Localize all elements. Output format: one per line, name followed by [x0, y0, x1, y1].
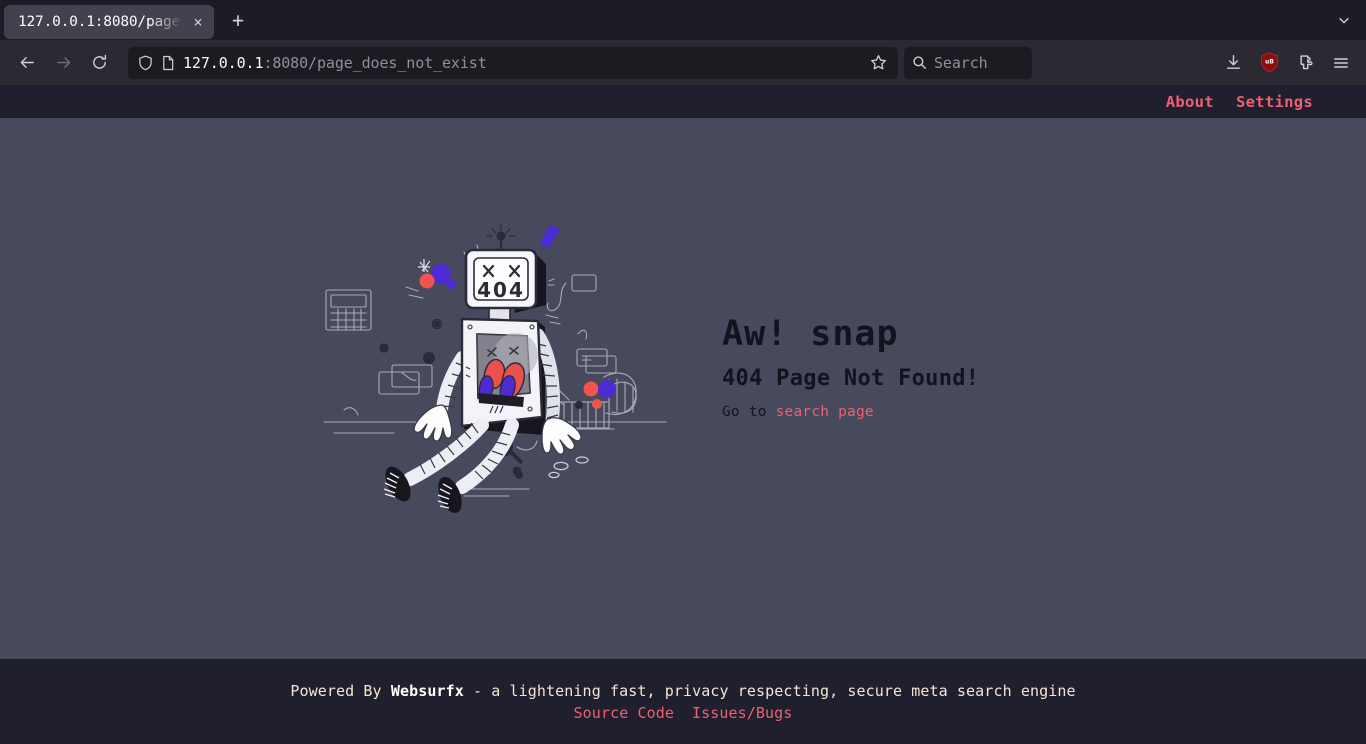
error-message-block: Aw! snap 404 Page Not Found! Go to searc… [722, 313, 1052, 421]
puzzle-piece-icon [1299, 55, 1313, 70]
tab-title: 127.0.0.1:8080/page_d [18, 13, 188, 30]
url-path: :8080/page_does_not_exist [263, 53, 487, 72]
forward-button[interactable] [46, 47, 80, 79]
reload-icon [92, 54, 106, 69]
nav-link-settings[interactable]: Settings [1236, 93, 1313, 111]
url-text: 127.0.0.1:8080/page_does_not_exist [183, 54, 856, 72]
error-subtitle: 404 Page Not Found! [722, 366, 980, 392]
svg-text:uB: uB [1265, 60, 1274, 66]
navigation-toolbar: 127.0.0.1:8080/page_does_not_exist Searc… [0, 40, 1366, 85]
arrow-right-icon [56, 57, 70, 68]
error-title: Aw! snap [722, 313, 899, 354]
download-icon [1226, 54, 1240, 69]
goto-search-line: Go to search page [722, 404, 1052, 420]
footer-suffix: - a lightening fast, privacy respecting,… [463, 681, 1076, 700]
footer-brand: Websurfx [390, 681, 464, 700]
address-bar[interactable]: 127.0.0.1:8080/page_does_not_exist [128, 46, 898, 79]
back-button[interactable] [10, 47, 44, 79]
footer-prefix: Powered By [290, 681, 391, 700]
reload-button[interactable] [82, 47, 116, 79]
footer-link-source-code[interactable]: Source Code [574, 704, 674, 722]
hamburger-menu-icon [1334, 57, 1348, 68]
list-all-tabs-button[interactable] [1330, 7, 1358, 33]
chevron-down-icon [1339, 17, 1349, 24]
toolbar-right-group: uB [1216, 47, 1358, 79]
bookmark-button[interactable] [864, 50, 892, 76]
close-icon[interactable]: × [188, 12, 208, 32]
shield-badge-icon: uB [1260, 52, 1278, 73]
search-bar[interactable]: Search [904, 46, 1032, 79]
footer-links: Source Code Issues/Bugs [574, 704, 793, 722]
broken-robot-illustration: 404 [314, 217, 674, 517]
footer-tagline: Powered By Websurfx - a lightening fast,… [290, 682, 1075, 700]
footer-link-issues-bugs[interactable]: Issues/Bugs [692, 704, 792, 722]
search-placeholder: Search [934, 53, 988, 72]
browser-chrome: 127.0.0.1:8080/page_d × + 127.0.0.1:8080… [0, 0, 1366, 85]
tab-strip: 127.0.0.1:8080/page_d × + [0, 0, 1366, 40]
browser-tab[interactable]: 127.0.0.1:8080/page_d × [4, 4, 214, 39]
arrow-left-icon [20, 57, 34, 68]
nav-link-about[interactable]: About [1166, 93, 1214, 111]
site-navbar: About Settings [0, 85, 1366, 118]
shield-icon [139, 55, 152, 70]
ublock-origin-button[interactable]: uB [1252, 47, 1286, 79]
new-tab-button[interactable]: + [222, 4, 254, 36]
search-page-link[interactable]: search page [776, 404, 874, 420]
goto-prefix-text: Go to [722, 404, 776, 421]
error-content: 404 Aw! snap 404 Page Not Found! Go to s… [0, 118, 1366, 659]
app-menu-button[interactable] [1324, 47, 1358, 79]
page-body: About Settings 404 Aw! snap 404 Page Not… [0, 85, 1366, 744]
downloads-button[interactable] [1216, 47, 1250, 79]
extensions-button[interactable] [1288, 47, 1322, 79]
url-host: 127.0.0.1 [183, 53, 264, 72]
page-document-icon [163, 55, 174, 70]
robot-404-text: 404 [477, 278, 525, 302]
star-icon [870, 55, 886, 70]
search-icon [913, 56, 927, 70]
site-footer: Powered By Websurfx - a lightening fast,… [0, 659, 1366, 744]
